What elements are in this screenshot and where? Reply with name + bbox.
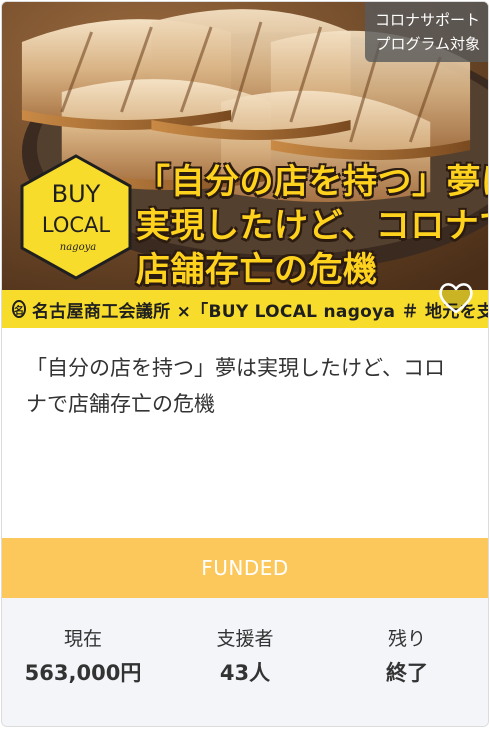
logo-line3: nagoya [60, 242, 96, 253]
sponsor-band: 名 名古屋商工会議所 ×「BUY LOCAL nagoya ＃ 地元を支えよう」 [2, 290, 488, 328]
project-stats: 現在 563,000円 支援者 43人 残り 終了 [2, 598, 488, 726]
chamber-emblem-icon: 名 [12, 300, 26, 318]
stat-value: 563,000円 [24, 661, 142, 685]
funding-status-label: FUNDED [201, 556, 289, 580]
project-title[interactable]: 「自分の店を持つ」夢は実現したけど、コロナで店舗存亡の危機 [26, 350, 464, 422]
favorite-button[interactable] [436, 278, 476, 318]
funding-status-bar: FUNDED [2, 538, 488, 598]
stat-remaining: 残り 終了 [347, 626, 467, 688]
stat-supporters: 支援者 43人 [185, 626, 305, 688]
corona-support-tag-line: プログラム対象 [375, 35, 480, 53]
stat-label: 支援者 [216, 628, 274, 650]
project-card[interactable]: BUY LOCAL nagoya 「自分の店を持つ」夢は 実現したけど、コロナで… [1, 1, 489, 727]
hero-headline-line: 「自分の店を持つ」夢は [136, 162, 488, 202]
stat-current-amount: 現在 563,000円 [23, 626, 143, 688]
stat-value: 終了 [386, 661, 428, 685]
hero-headline-line: 実現したけど、コロナで [136, 206, 488, 246]
stat-label: 残り [387, 628, 426, 650]
logo-line2: LOCAL [42, 213, 111, 237]
project-title-area: 「自分の店を持つ」夢は実現したけど、コロナで店舗存亡の危機 [2, 328, 488, 538]
heart-outline-icon [439, 283, 473, 314]
logo-line1: BUY [52, 180, 101, 208]
hero-headline: 「自分の店を持つ」夢は 実現したけど、コロナで 店舗存亡の危機 [136, 160, 488, 292]
hero-headline-line: 店舗存亡の危機 [136, 250, 378, 290]
stat-label: 現在 [63, 628, 102, 650]
buy-local-logo: BUY LOCAL nagoya [14, 152, 138, 282]
corona-support-tag: コロナサポート プログラム対象 [364, 2, 488, 62]
sponsor-band-text: 名古屋商工会議所 ×「BUY LOCAL nagoya ＃ 地元を支えよう」 [32, 301, 488, 322]
corona-support-tag-line: コロナサポート [374, 11, 480, 29]
project-hero-image[interactable]: BUY LOCAL nagoya 「自分の店を持つ」夢は 実現したけど、コロナで… [2, 2, 488, 328]
stat-value: 43人 [219, 661, 271, 685]
